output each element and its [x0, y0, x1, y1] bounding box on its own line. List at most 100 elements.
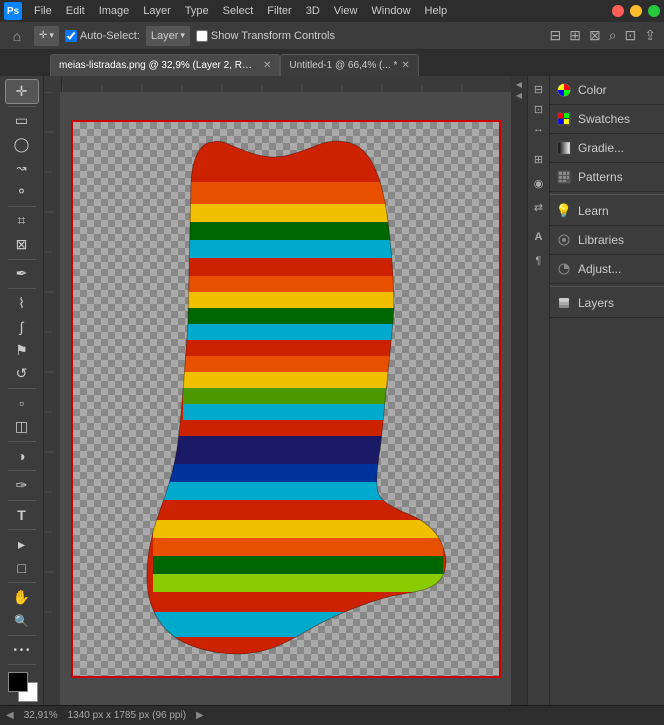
- distribute-icon[interactable]: ⊞: [567, 25, 583, 46]
- side-icon-3[interactable]: ↔: [530, 120, 548, 138]
- pen-tool[interactable]: ✑: [6, 474, 38, 497]
- tool-divider-8: [8, 500, 36, 501]
- hand-tool[interactable]: ✋: [6, 586, 38, 609]
- menu-3d[interactable]: 3D: [300, 3, 326, 19]
- side-icon-paragraph[interactable]: ¶: [530, 252, 548, 270]
- dodge-burn-tool[interactable]: ◑: [6, 445, 38, 468]
- panel-item-adjustments[interactable]: Adjust...: [550, 255, 664, 283]
- panel-item-swatches[interactable]: Swatches: [550, 105, 664, 133]
- panel-item-gradients[interactable]: Gradie...: [550, 134, 664, 162]
- home-icon[interactable]: ⌂: [6, 25, 28, 47]
- gradients-icon: [556, 140, 572, 156]
- panel-item-patterns[interactable]: Patterns: [550, 163, 664, 191]
- side-icon-2[interactable]: ⊡: [530, 100, 548, 118]
- move-tool[interactable]: ✛: [6, 80, 38, 103]
- collapse-arrow-2[interactable]: ◀: [516, 91, 522, 100]
- marquee-rect-tool[interactable]: ▭: [6, 109, 38, 132]
- quick-select-tool[interactable]: ⚬: [6, 180, 38, 203]
- status-left-arrow[interactable]: ◀: [6, 710, 14, 721]
- lasso-tool[interactable]: ↝: [6, 157, 38, 180]
- swatches-label: Swatches: [578, 112, 630, 126]
- gradient-tool[interactable]: ◫: [6, 415, 38, 438]
- autoselect-checkbox[interactable]: Auto-Select:: [65, 30, 140, 42]
- tab-untitled-label: Untitled-1 @ 66,4% (... *: [289, 60, 397, 71]
- tab-untitled[interactable]: Untitled-1 @ 66,4% (... * ✕: [280, 54, 418, 76]
- side-icon-6[interactable]: ⇄: [530, 198, 548, 216]
- zoom-tool[interactable]: 🔍: [6, 609, 38, 632]
- color-swatch-area: [6, 672, 38, 701]
- clone-stamp-tool[interactable]: ⚑: [6, 339, 38, 362]
- menu-image[interactable]: Image: [93, 3, 136, 19]
- panel-section-learn: 💡 Learn: [550, 197, 664, 226]
- menu-file[interactable]: File: [28, 3, 58, 19]
- horizontal-ruler: [62, 76, 511, 92]
- left-toolbar: ✛ ▭ ◯ ↝ ⚬ ⌗ ⊠ ✒ ⌇ ∫ ⚑ ↺ ▫ ◫ ◑ ✑ T ▸ □ ✋ …: [0, 76, 44, 705]
- spot-healing-tool[interactable]: ⌇: [6, 292, 38, 315]
- panel-item-learn[interactable]: 💡 Learn: [550, 197, 664, 225]
- side-icons-strip: ⊟ ⊡ ↔ ⊞ ◉ ⇄ A ¶: [527, 76, 549, 705]
- export-icon[interactable]: ⇪: [642, 25, 658, 46]
- swatches-icon: [556, 111, 572, 127]
- side-icon-5[interactable]: ◉: [530, 174, 548, 192]
- side-icon-4[interactable]: ⊞: [530, 150, 548, 168]
- menu-help[interactable]: Help: [419, 3, 454, 19]
- window-minimize-button[interactable]: [630, 5, 642, 17]
- menu-view[interactable]: View: [328, 3, 364, 19]
- more-tools[interactable]: • • •: [6, 639, 38, 662]
- autoselect-check[interactable]: [65, 30, 77, 42]
- layers-icon: [556, 295, 572, 311]
- tool-divider-1: [8, 106, 36, 107]
- tool-divider-12: [8, 664, 36, 665]
- zoom-fit-icon[interactable]: ⊡: [623, 25, 639, 46]
- canvas-document: [71, 120, 501, 678]
- move-tool-options[interactable]: ✛ ▾: [34, 26, 59, 46]
- tab-untitled-close[interactable]: ✕: [401, 60, 409, 71]
- eyedropper-tool[interactable]: ✒: [6, 262, 38, 285]
- canvas-with-rulers: [44, 76, 511, 705]
- window-maximize-button[interactable]: [648, 5, 660, 17]
- shape-tool[interactable]: □: [6, 556, 38, 579]
- menu-filter[interactable]: Filter: [261, 3, 297, 19]
- tool-divider-6: [8, 441, 36, 442]
- tab-meias-close[interactable]: ✕: [263, 60, 271, 71]
- panel-section-libraries: Libraries: [550, 226, 664, 255]
- eraser-tool[interactable]: ▫: [6, 392, 38, 415]
- panel-item-color[interactable]: Color: [550, 76, 664, 104]
- options-icons: ⊟ ⊞ ⊠ ⌕ ⊡ ⇪: [547, 25, 658, 46]
- side-icon-text-tool[interactable]: A: [530, 228, 548, 246]
- panel-divider-1: [550, 194, 664, 195]
- layers-label: Layers: [578, 296, 614, 310]
- align-icon[interactable]: ⊟: [547, 25, 563, 46]
- libraries-icon: [556, 232, 572, 248]
- menu-type[interactable]: Type: [179, 3, 215, 19]
- transform-check[interactable]: [196, 30, 208, 42]
- panel-item-layers[interactable]: Layers: [550, 289, 664, 317]
- tab-meias-label: meias-listradas.png @ 32,9% (Layer 2, RG…: [59, 60, 259, 71]
- tab-bar: meias-listradas.png @ 32,9% (Layer 2, RG…: [0, 50, 664, 76]
- menu-select[interactable]: Select: [217, 3, 260, 19]
- panel-item-libraries[interactable]: Libraries: [550, 226, 664, 254]
- tool-divider-7: [8, 470, 36, 471]
- menu-layer[interactable]: Layer: [137, 3, 177, 19]
- tab-meias[interactable]: meias-listradas.png @ 32,9% (Layer 2, RG…: [50, 54, 280, 76]
- type-tool[interactable]: T: [6, 504, 38, 527]
- frame-tool[interactable]: ⊠: [6, 233, 38, 256]
- history-brush-tool[interactable]: ↺: [6, 362, 38, 385]
- marquee-ellipse-tool[interactable]: ◯: [6, 133, 38, 156]
- collapse-arrow-1[interactable]: ◀: [516, 80, 522, 89]
- layer-dropdown[interactable]: Layer ▾: [146, 26, 190, 46]
- window-close-button[interactable]: [612, 5, 624, 17]
- menu-window[interactable]: Window: [365, 3, 416, 19]
- brush-tool[interactable]: ∫: [6, 315, 38, 338]
- main-layout: ✛ ▭ ◯ ↝ ⚬ ⌗ ⊠ ✒ ⌇ ∫ ⚑ ↺ ▫ ◫ ◑ ✑ T ▸ □ ✋ …: [0, 76, 664, 705]
- side-icon-1[interactable]: ⊟: [530, 80, 548, 98]
- arrange-icon[interactable]: ⊠: [587, 25, 603, 46]
- path-select-tool[interactable]: ▸: [6, 533, 38, 556]
- transform-checkbox[interactable]: Show Transform Controls: [196, 30, 335, 42]
- menu-edit[interactable]: Edit: [60, 3, 91, 19]
- search-icon[interactable]: ⌕: [607, 25, 619, 46]
- foreground-color[interactable]: [8, 672, 28, 692]
- canvas-area[interactable]: [60, 92, 511, 705]
- status-right-arrow[interactable]: ▶: [196, 710, 204, 721]
- crop-tool[interactable]: ⌗: [6, 209, 38, 232]
